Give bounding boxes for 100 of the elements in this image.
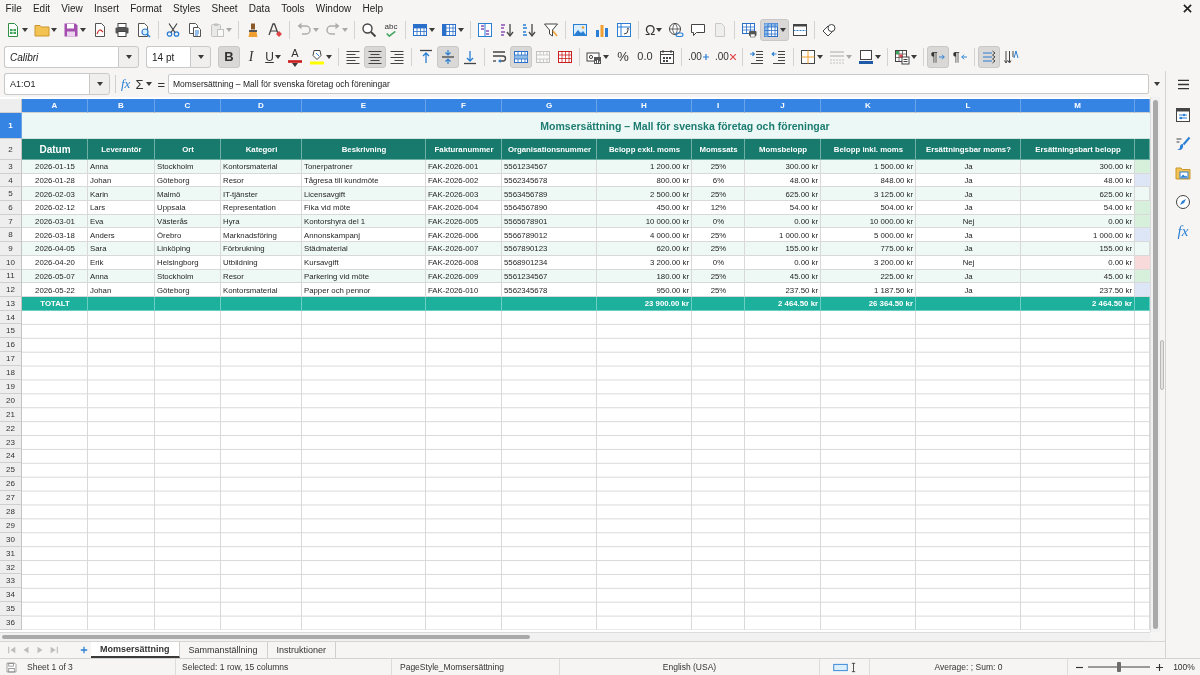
row-header[interactable]: 1 bbox=[0, 113, 22, 139]
italic-button[interactable]: I bbox=[240, 46, 262, 68]
column-header[interactable]: H bbox=[597, 99, 692, 113]
merge-center-icon bbox=[513, 49, 529, 65]
column-header[interactable]: I bbox=[692, 99, 745, 113]
caret-icon bbox=[146, 82, 153, 86]
menu-item[interactable]: Sheet bbox=[205, 1, 244, 16]
align-center-button[interactable] bbox=[364, 46, 386, 68]
sort-icon bbox=[477, 22, 493, 38]
menu-item[interactable]: View bbox=[55, 1, 89, 16]
formula-button[interactable]: = bbox=[154, 73, 169, 95]
scrollbar-thumb[interactable] bbox=[2, 635, 530, 639]
special-character-button[interactable]: Ω bbox=[642, 19, 666, 41]
row-header[interactable]: 17 bbox=[0, 352, 22, 367]
zoom-percentage: 100% bbox=[1173, 662, 1195, 672]
row-header[interactable]: 28 bbox=[0, 505, 22, 519]
sheet-tab[interactable]: Sammanställning bbox=[179, 642, 268, 658]
sheet-tab[interactable]: Momsersättning bbox=[91, 642, 180, 658]
menu-item[interactable]: Edit bbox=[27, 1, 56, 16]
column-header[interactable]: L bbox=[916, 99, 1021, 113]
wrap-text-icon bbox=[491, 49, 507, 65]
triangle-right-icon bbox=[35, 645, 45, 655]
row-header[interactable]: 3 bbox=[0, 160, 22, 174]
spelling-button[interactable]: abc bbox=[380, 19, 402, 41]
function-wizard-button[interactable]: fx bbox=[118, 73, 134, 95]
underline-button[interactable]: U bbox=[262, 46, 284, 68]
percent-button[interactable]: % bbox=[612, 46, 634, 68]
eraser-icon bbox=[267, 22, 283, 38]
row-header[interactable]: 6 bbox=[0, 201, 22, 215]
row-header[interactable]: 12 bbox=[0, 283, 22, 297]
caret-icon bbox=[274, 55, 281, 59]
caret-icon bbox=[874, 55, 881, 59]
bold-button[interactable]: B bbox=[218, 46, 240, 68]
font-size-field[interactable]: 14 pt bbox=[146, 46, 190, 68]
horizontal-scrollbar[interactable] bbox=[0, 632, 1150, 641]
font-color-button[interactable]: A bbox=[284, 46, 306, 68]
menu-item[interactable]: Help bbox=[356, 1, 389, 16]
row-header[interactable]: 18 bbox=[0, 366, 22, 380]
font-name-field[interactable]: Calibri bbox=[4, 46, 118, 68]
folder-picture-icon bbox=[1175, 165, 1191, 181]
menu-item[interactable]: Tools bbox=[275, 1, 311, 16]
column-header[interactable]: M bbox=[1021, 99, 1135, 113]
zoom-slider-thumb[interactable] bbox=[1117, 662, 1121, 672]
zoom-in-button[interactable] bbox=[1154, 661, 1164, 673]
column-header[interactable]: C bbox=[155, 99, 221, 113]
menu-item[interactable]: Styles bbox=[167, 1, 206, 16]
freeze-button[interactable] bbox=[760, 19, 790, 41]
row-header[interactable]: 16 bbox=[0, 338, 22, 353]
row-header[interactable]: 9 bbox=[0, 242, 22, 256]
row-header[interactable]: 33 bbox=[0, 574, 22, 589]
column-header[interactable]: K bbox=[821, 99, 916, 113]
merge-center-button[interactable] bbox=[510, 46, 532, 68]
rtl-button[interactable]: ¶ bbox=[948, 46, 971, 68]
caret-icon bbox=[96, 82, 103, 86]
page-style: PageStyle_Momsersättning bbox=[400, 662, 504, 672]
bar-chart-icon bbox=[594, 22, 610, 38]
row-header[interactable]: 24 bbox=[0, 449, 22, 464]
name-box-dropdown-button[interactable] bbox=[89, 73, 110, 95]
text-direction-button[interactable] bbox=[977, 46, 1000, 68]
menu-item[interactable]: File bbox=[0, 1, 28, 16]
column-header[interactable]: B bbox=[88, 99, 155, 113]
sum-button[interactable]: Σ bbox=[133, 73, 155, 95]
sheet-tab[interactable]: Instruktioner bbox=[267, 642, 337, 658]
column-header[interactable]: F bbox=[426, 99, 502, 113]
text-cursor-icon[interactable] bbox=[851, 661, 856, 673]
row-header[interactable]: 8 bbox=[0, 228, 22, 243]
ltr-button[interactable]: ¶ bbox=[926, 46, 949, 68]
row-header[interactable]: 34 bbox=[0, 588, 22, 603]
caret-icon bbox=[603, 55, 609, 59]
row-header[interactable]: 5 bbox=[0, 187, 22, 202]
row-header[interactable]: 15 bbox=[0, 324, 22, 339]
row-header[interactable]: 25 bbox=[0, 463, 22, 478]
close-icon[interactable] bbox=[1183, 4, 1192, 13]
column-header[interactable]: A bbox=[22, 99, 88, 113]
row-header[interactable]: 36 bbox=[0, 616, 22, 631]
row-header[interactable]: 27 bbox=[0, 491, 22, 506]
row-header[interactable]: 2 bbox=[0, 139, 22, 160]
name-box-field[interactable]: A1:O1 bbox=[4, 73, 89, 95]
column-header[interactable]: G bbox=[502, 99, 597, 113]
arrow-left-icon bbox=[960, 54, 967, 60]
menu-item[interactable]: Data bbox=[243, 1, 276, 16]
font-name-dropdown-button[interactable] bbox=[118, 46, 139, 68]
sidebar-handle[interactable] bbox=[1160, 339, 1164, 390]
standard-format-button[interactable]: 0.0 bbox=[634, 46, 656, 68]
functions-deck-button[interactable]: fx bbox=[1170, 218, 1196, 244]
menu-item[interactable]: Insert bbox=[88, 1, 125, 16]
row-header[interactable]: 26 bbox=[0, 477, 22, 492]
row-header[interactable]: 35 bbox=[0, 602, 22, 617]
add-decimal-button[interactable]: .00 bbox=[685, 46, 712, 68]
column-header[interactable]: E bbox=[302, 99, 426, 113]
menu-item[interactable]: Window bbox=[310, 1, 357, 16]
cross-icon bbox=[729, 54, 736, 60]
caret-icon bbox=[80, 28, 86, 32]
row-header[interactable]: 19 bbox=[0, 380, 22, 394]
column-header[interactable]: J bbox=[745, 99, 821, 113]
delete-decimal-button[interactable]: .00 bbox=[711, 46, 739, 68]
formula-input-field[interactable]: Momsersättning – Mall för svenska företag och föreningar bbox=[168, 74, 1149, 94]
font-size-dropdown-button[interactable] bbox=[190, 46, 211, 68]
menu-item[interactable]: Format bbox=[124, 1, 168, 16]
column-header[interactable]: D bbox=[221, 99, 302, 113]
